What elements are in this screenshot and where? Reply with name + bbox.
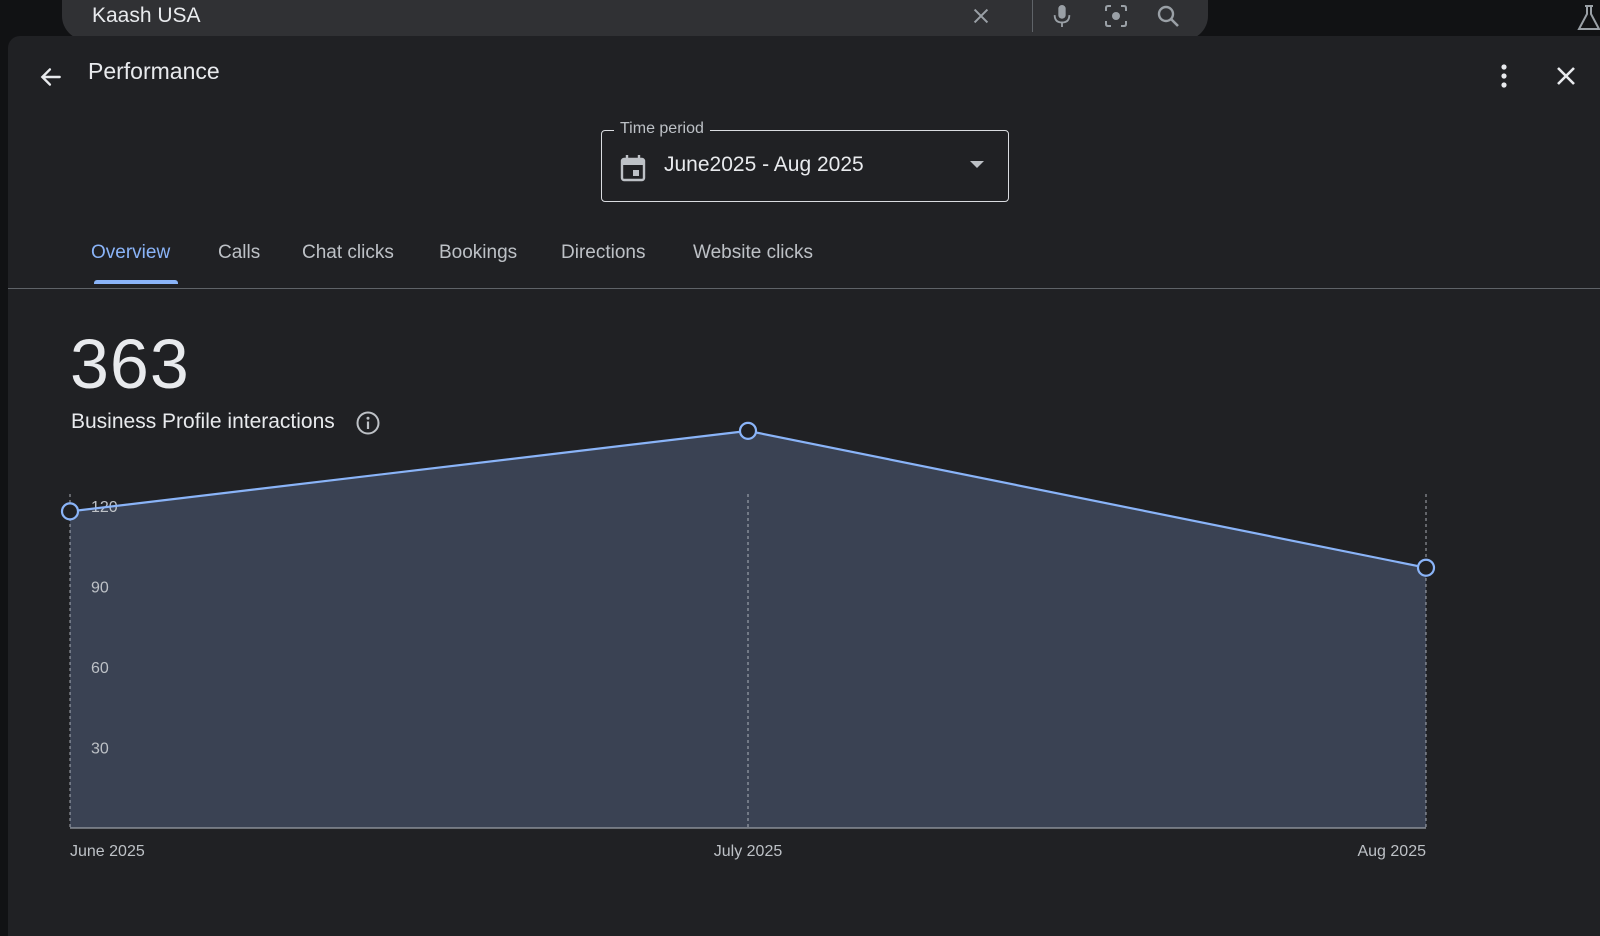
camera-search-icon[interactable] bbox=[1102, 2, 1130, 30]
clear-search-icon[interactable] bbox=[967, 2, 995, 30]
area-fill bbox=[70, 430, 1426, 828]
search-divider bbox=[1032, 0, 1033, 32]
x-tick-label: Aug 2025 bbox=[1357, 843, 1426, 860]
y-tick-label: 60 bbox=[91, 660, 109, 677]
y-tick-label: 90 bbox=[91, 580, 109, 597]
labs-flask-icon[interactable] bbox=[1576, 4, 1600, 32]
x-tick-label: July 2025 bbox=[714, 843, 783, 860]
performance-panel: Performance Time period June2025 - Aug 2… bbox=[8, 36, 1600, 936]
search-bar[interactable]: Kaash USA bbox=[62, 0, 1208, 40]
microphone-icon[interactable] bbox=[1048, 2, 1076, 30]
search-query[interactable]: Kaash USA bbox=[92, 4, 201, 28]
data-point bbox=[1416, 558, 1436, 577]
search-icon[interactable] bbox=[1154, 2, 1182, 30]
data-point bbox=[60, 502, 80, 521]
interactions-area-chart: 306090120June 2025 July 2025 Aug 2025 bbox=[60, 421, 1436, 860]
x-tick-label: June 2025 bbox=[70, 843, 145, 860]
y-tick-label: 30 bbox=[91, 741, 109, 758]
data-point bbox=[738, 421, 758, 440]
